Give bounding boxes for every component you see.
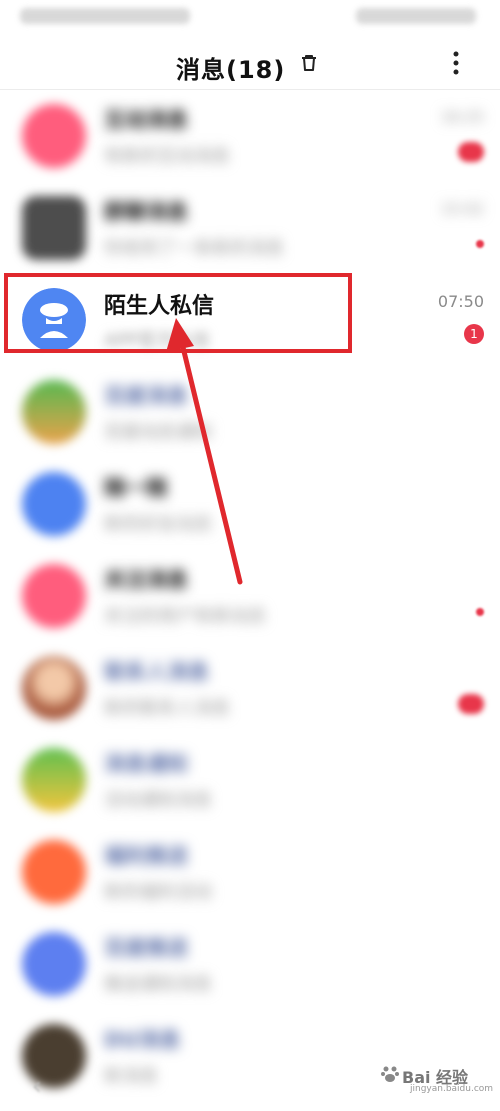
message-row-4[interactable]: 随一随 新的好友动态 <box>0 458 500 550</box>
row-time: 15:02 <box>440 200 484 218</box>
avatar <box>22 196 86 260</box>
row-preview: 新的福利活动 <box>104 882 212 903</box>
unread-pill <box>458 142 484 162</box>
paw-icon <box>381 1066 399 1082</box>
row-name: 百度消息 <box>104 384 188 408</box>
unread-dot <box>476 608 484 616</box>
row-time: 07:50 <box>437 292 484 311</box>
message-row-group[interactable]: 群聊消息 你收到了一条新的消息 15:02 <box>0 182 500 274</box>
avatar <box>22 748 86 812</box>
row-preview: 推送通知消息 <box>104 974 212 995</box>
row-preview: 活动通知消息 <box>104 790 212 811</box>
row-name: 福利推送 <box>104 844 188 868</box>
row-preview: 有新的互动消息 <box>104 146 230 167</box>
row-name: 随一随 <box>104 476 167 500</box>
row-preview: 关注的用户有新动态 <box>104 606 266 627</box>
row-name: 联系人消息 <box>104 660 209 684</box>
baidu-watermark: Bai 经验 jingyan.baidu.com <box>380 1060 494 1094</box>
row-name: 百度推送 <box>104 936 188 960</box>
back-icon[interactable]: ‹ <box>32 1072 42 1100</box>
row-name: 消息通知 <box>104 752 188 776</box>
status-bar-left-blur <box>20 8 190 24</box>
avatar <box>22 472 86 536</box>
status-bar-right-blur <box>356 8 476 24</box>
row-name: 互动消息 <box>104 108 188 132</box>
message-row-5[interactable]: 关注消息 关注的用户有新动态 <box>0 550 500 642</box>
avatar <box>22 104 86 168</box>
avatar <box>22 840 86 904</box>
trash-icon[interactable] <box>298 52 320 74</box>
message-row-interaction[interactable]: 互动消息 有新的互动消息 16:25 <box>0 90 500 182</box>
page-title: 消息(18) <box>176 56 286 84</box>
unread-badge: 1 <box>464 324 484 344</box>
row-name: 群聊消息 <box>104 200 188 224</box>
avatar <box>22 656 86 720</box>
row-preview: 新的好友动态 <box>104 514 212 535</box>
message-row-9[interactable]: 百度推送 推送通知消息 <box>0 918 500 1010</box>
message-list: 互动消息 有新的互动消息 16:25 群聊消息 你收到了一条新的消息 15:02… <box>0 90 500 1088</box>
avatar <box>22 932 86 996</box>
row-time: 16:25 <box>440 108 484 126</box>
message-row-6[interactable]: 联系人消息 新的联系人消息 <box>0 642 500 734</box>
top-header: 消息(18) <box>0 38 500 90</box>
message-row-8[interactable]: 福利推送 新的福利活动 <box>0 826 500 918</box>
row-name: DU消息 <box>104 1028 181 1052</box>
avatar <box>22 380 86 444</box>
row-preview: 新的联系人消息 <box>104 698 230 719</box>
row-preview: 百度动态通知 <box>104 422 212 443</box>
avatar <box>22 564 86 628</box>
status-bar <box>0 0 500 38</box>
more-vertical-icon[interactable] <box>446 48 466 78</box>
watermark-sub: jingyan.baidu.com <box>410 1084 494 1094</box>
unread-dot <box>476 240 484 248</box>
row-preview: 你收到了一条新的消息 <box>104 238 284 259</box>
unread-pill <box>458 694 484 714</box>
message-row-baidu[interactable]: 百度消息 百度动态通知 <box>0 366 500 458</box>
highlight-box <box>4 273 352 353</box>
row-name: 关注消息 <box>104 568 188 592</box>
message-row-7[interactable]: 消息通知 活动通知消息 <box>0 734 500 826</box>
